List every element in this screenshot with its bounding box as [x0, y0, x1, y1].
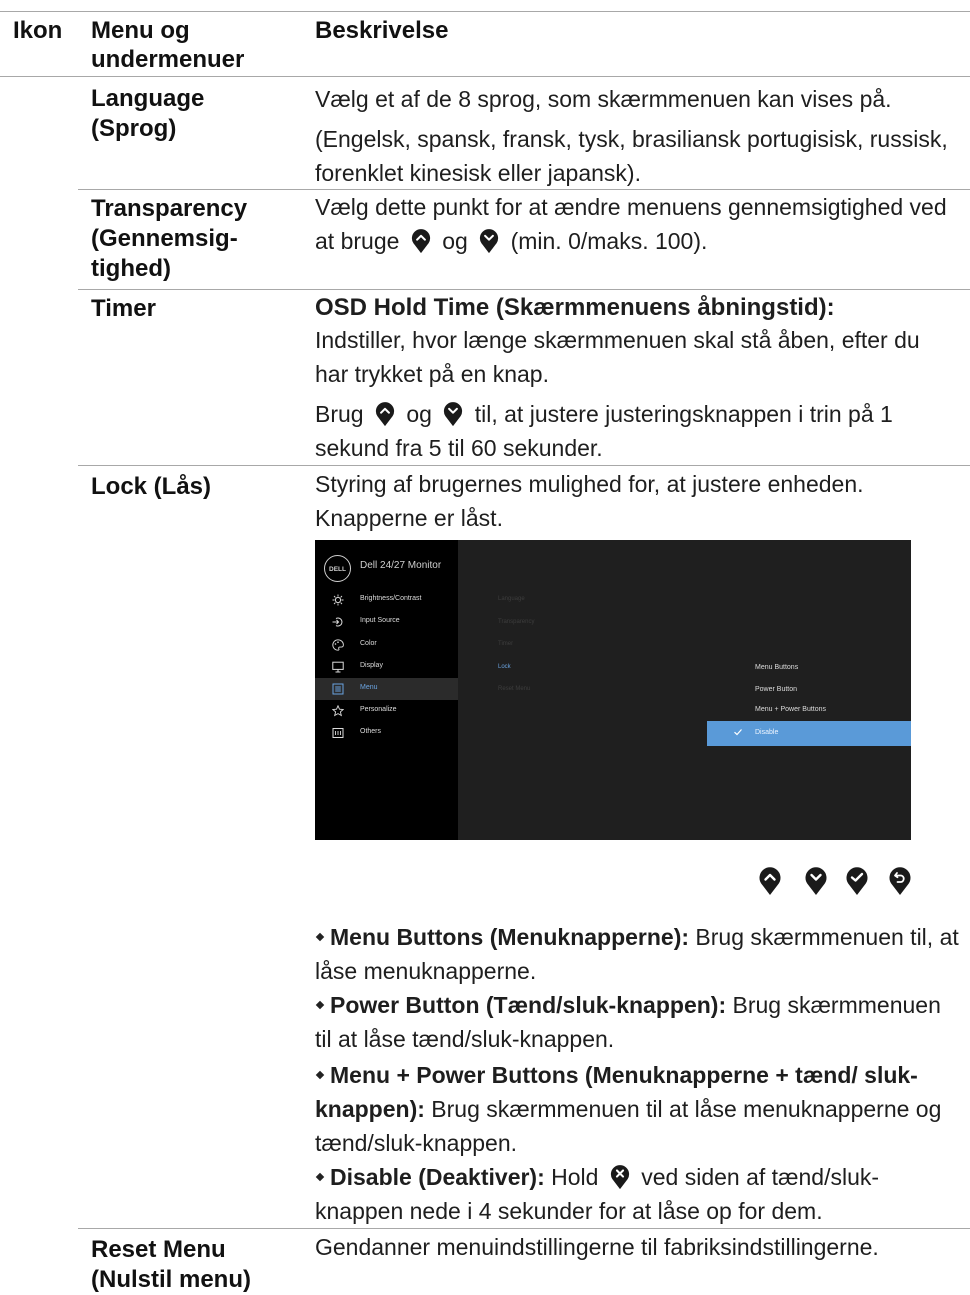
- brightness-icon: [332, 594, 344, 606]
- language-row-line1: Vælg et af de 8 sprog, som skærmmenuen k…: [315, 86, 892, 112]
- header-rule: [0, 76, 970, 77]
- osd-option-menu-buttons[interactable]: Menu Buttons: [755, 664, 798, 671]
- bullet-bold: Menu Buttons (Menuknapperne):: [330, 924, 690, 950]
- osd-menu-label: Color: [360, 640, 377, 647]
- reset-menu-row-name: Reset Menu (Nulstil menu): [91, 1236, 251, 1293]
- down-button-icon: [478, 228, 500, 254]
- lock-bullet-menu-buttons: Menu Buttons (Menuknapperne): Brug skærm…: [315, 920, 960, 988]
- osd-title: Dell 24/27 Monitor: [360, 560, 442, 571]
- star-icon: [332, 705, 344, 717]
- osd-menu-item-input-source[interactable]: Input Source: [315, 611, 458, 633]
- down-button-icon: [442, 401, 464, 427]
- header-icon-column: Ikon: [13, 17, 63, 44]
- osd-menu-item-display[interactable]: Display: [315, 656, 458, 678]
- display-monitor-icon: [332, 661, 344, 673]
- reset-menu-description: Gendanner menuindstillingerne til fabrik…: [315, 1234, 879, 1260]
- color-palette-icon: [332, 639, 344, 651]
- lock-bullet-power-button: Power Button (Tænd/sluk-knappen): Brug s…: [315, 988, 960, 1056]
- timer-text2-and: og: [406, 401, 432, 427]
- osd-menu-item-menu[interactable]: Menu: [315, 678, 458, 700]
- timer-text2: Brug og til, at justere justeringsknappe…: [315, 397, 955, 465]
- transparency-row-description: Vælg dette punkt for at ændre menuens ge…: [315, 190, 965, 258]
- up-button-icon: [410, 228, 432, 254]
- lock-row-name: Lock (Lås): [91, 473, 212, 500]
- header-menu-column: Menu og undermenuer: [91, 17, 245, 73]
- osd-option-label: Disable: [755, 729, 779, 736]
- osd-submenu-transparency[interactable]: Transparency: [498, 619, 534, 625]
- lock-bullet-menu-power-buttons: Menu + Power Buttons (Menuknapperne + tæ…: [315, 1058, 960, 1160]
- osd-menu-item-others[interactable]: Others: [315, 722, 458, 744]
- bullet-bold: Power Button (Tænd/sluk-knappen):: [330, 992, 727, 1018]
- top-rule: [0, 11, 970, 12]
- osd-menu-label: Input Source: [360, 617, 400, 624]
- lock-bullet-disable: Disable (Deaktiver): Hold ved siden af t…: [315, 1160, 960, 1228]
- osd-menu-label: Display: [360, 662, 383, 669]
- timer-text1: Indstiller, hvor længe skærmmenuen skal …: [315, 327, 920, 387]
- input-source-icon: [332, 617, 343, 627]
- osd-menu-item-personalize[interactable]: Personalize: [315, 700, 458, 722]
- osd-menu-label: Brightness/Contrast: [360, 595, 422, 602]
- check-button-icon: [845, 866, 869, 896]
- bullet-text: Hold: [544, 1164, 599, 1190]
- up-button-icon: [758, 866, 782, 896]
- osd-submenu-language[interactable]: Language: [498, 596, 525, 602]
- up-button-icon: [374, 401, 396, 427]
- timer-heading: OSD Hold Time (Skærmmenuens åbningstid):: [315, 294, 835, 321]
- transparency-text-and: og: [442, 228, 468, 254]
- osd-screenshot: DELL Dell 24/27 Monitor Brightness/Contr…: [315, 540, 911, 840]
- close-button-icon: [609, 1164, 631, 1190]
- row-rule: [78, 289, 970, 290]
- osd-option-power-button[interactable]: Power Button: [755, 686, 797, 693]
- transparency-range-text: (min. 0/maks. 100).: [510, 228, 708, 254]
- dell-logo: DELL: [324, 555, 351, 582]
- osd-menu-item-color[interactable]: Color: [315, 634, 458, 656]
- osd-menu-label: Menu: [360, 684, 378, 691]
- osd-menu-item-brightness[interactable]: Brightness/Contrast: [315, 589, 458, 611]
- bullet-marker: [315, 932, 325, 942]
- timer-text2-rest: til, at justere justeringsknappen i trin…: [315, 401, 893, 461]
- bullet-bold: Disable (Deaktiver):: [330, 1164, 545, 1190]
- down-button-icon: [804, 866, 828, 896]
- bullet-marker: [315, 1070, 325, 1080]
- osd-option-menu-power-buttons[interactable]: Menu + Power Buttons: [755, 706, 826, 713]
- osd-submenu-lock[interactable]: Lock: [498, 664, 511, 670]
- timer-text2-use: Brug: [315, 401, 364, 427]
- transparency-row-name: Transparency (Gennemsig-tighed): [91, 195, 248, 282]
- header-description-column: Beskrivelse: [315, 17, 449, 44]
- language-row-line2: (Engelsk, spansk, fransk, tysk, brasilia…: [315, 126, 948, 186]
- osd-menu-label: Others: [360, 728, 382, 735]
- bullet-marker: [315, 1172, 325, 1182]
- row-rule: [78, 1228, 970, 1229]
- bullet-marker: [315, 1000, 325, 1010]
- osd-menu-label: Personalize: [360, 706, 397, 713]
- osd-submenu-reset-menu[interactable]: Reset Menu: [498, 686, 530, 692]
- osd-submenu-timer[interactable]: Timer: [498, 641, 513, 647]
- row-rule: [78, 465, 970, 466]
- osd-option-disable-selected[interactable]: Disable: [707, 721, 911, 746]
- language-row-name: Language (Sprog): [91, 85, 205, 142]
- back-button-icon: [888, 866, 912, 896]
- osd-main-menu: DELL Dell 24/27 Monitor Brightness/Contr…: [315, 540, 458, 840]
- checkmark-icon: [734, 729, 742, 736]
- others-icon: [332, 728, 344, 738]
- menu-list-icon: [332, 683, 344, 695]
- timer-row-name: Timer: [91, 295, 156, 322]
- lock-intro: Styring af brugernes mulighed for, at ju…: [315, 471, 864, 531]
